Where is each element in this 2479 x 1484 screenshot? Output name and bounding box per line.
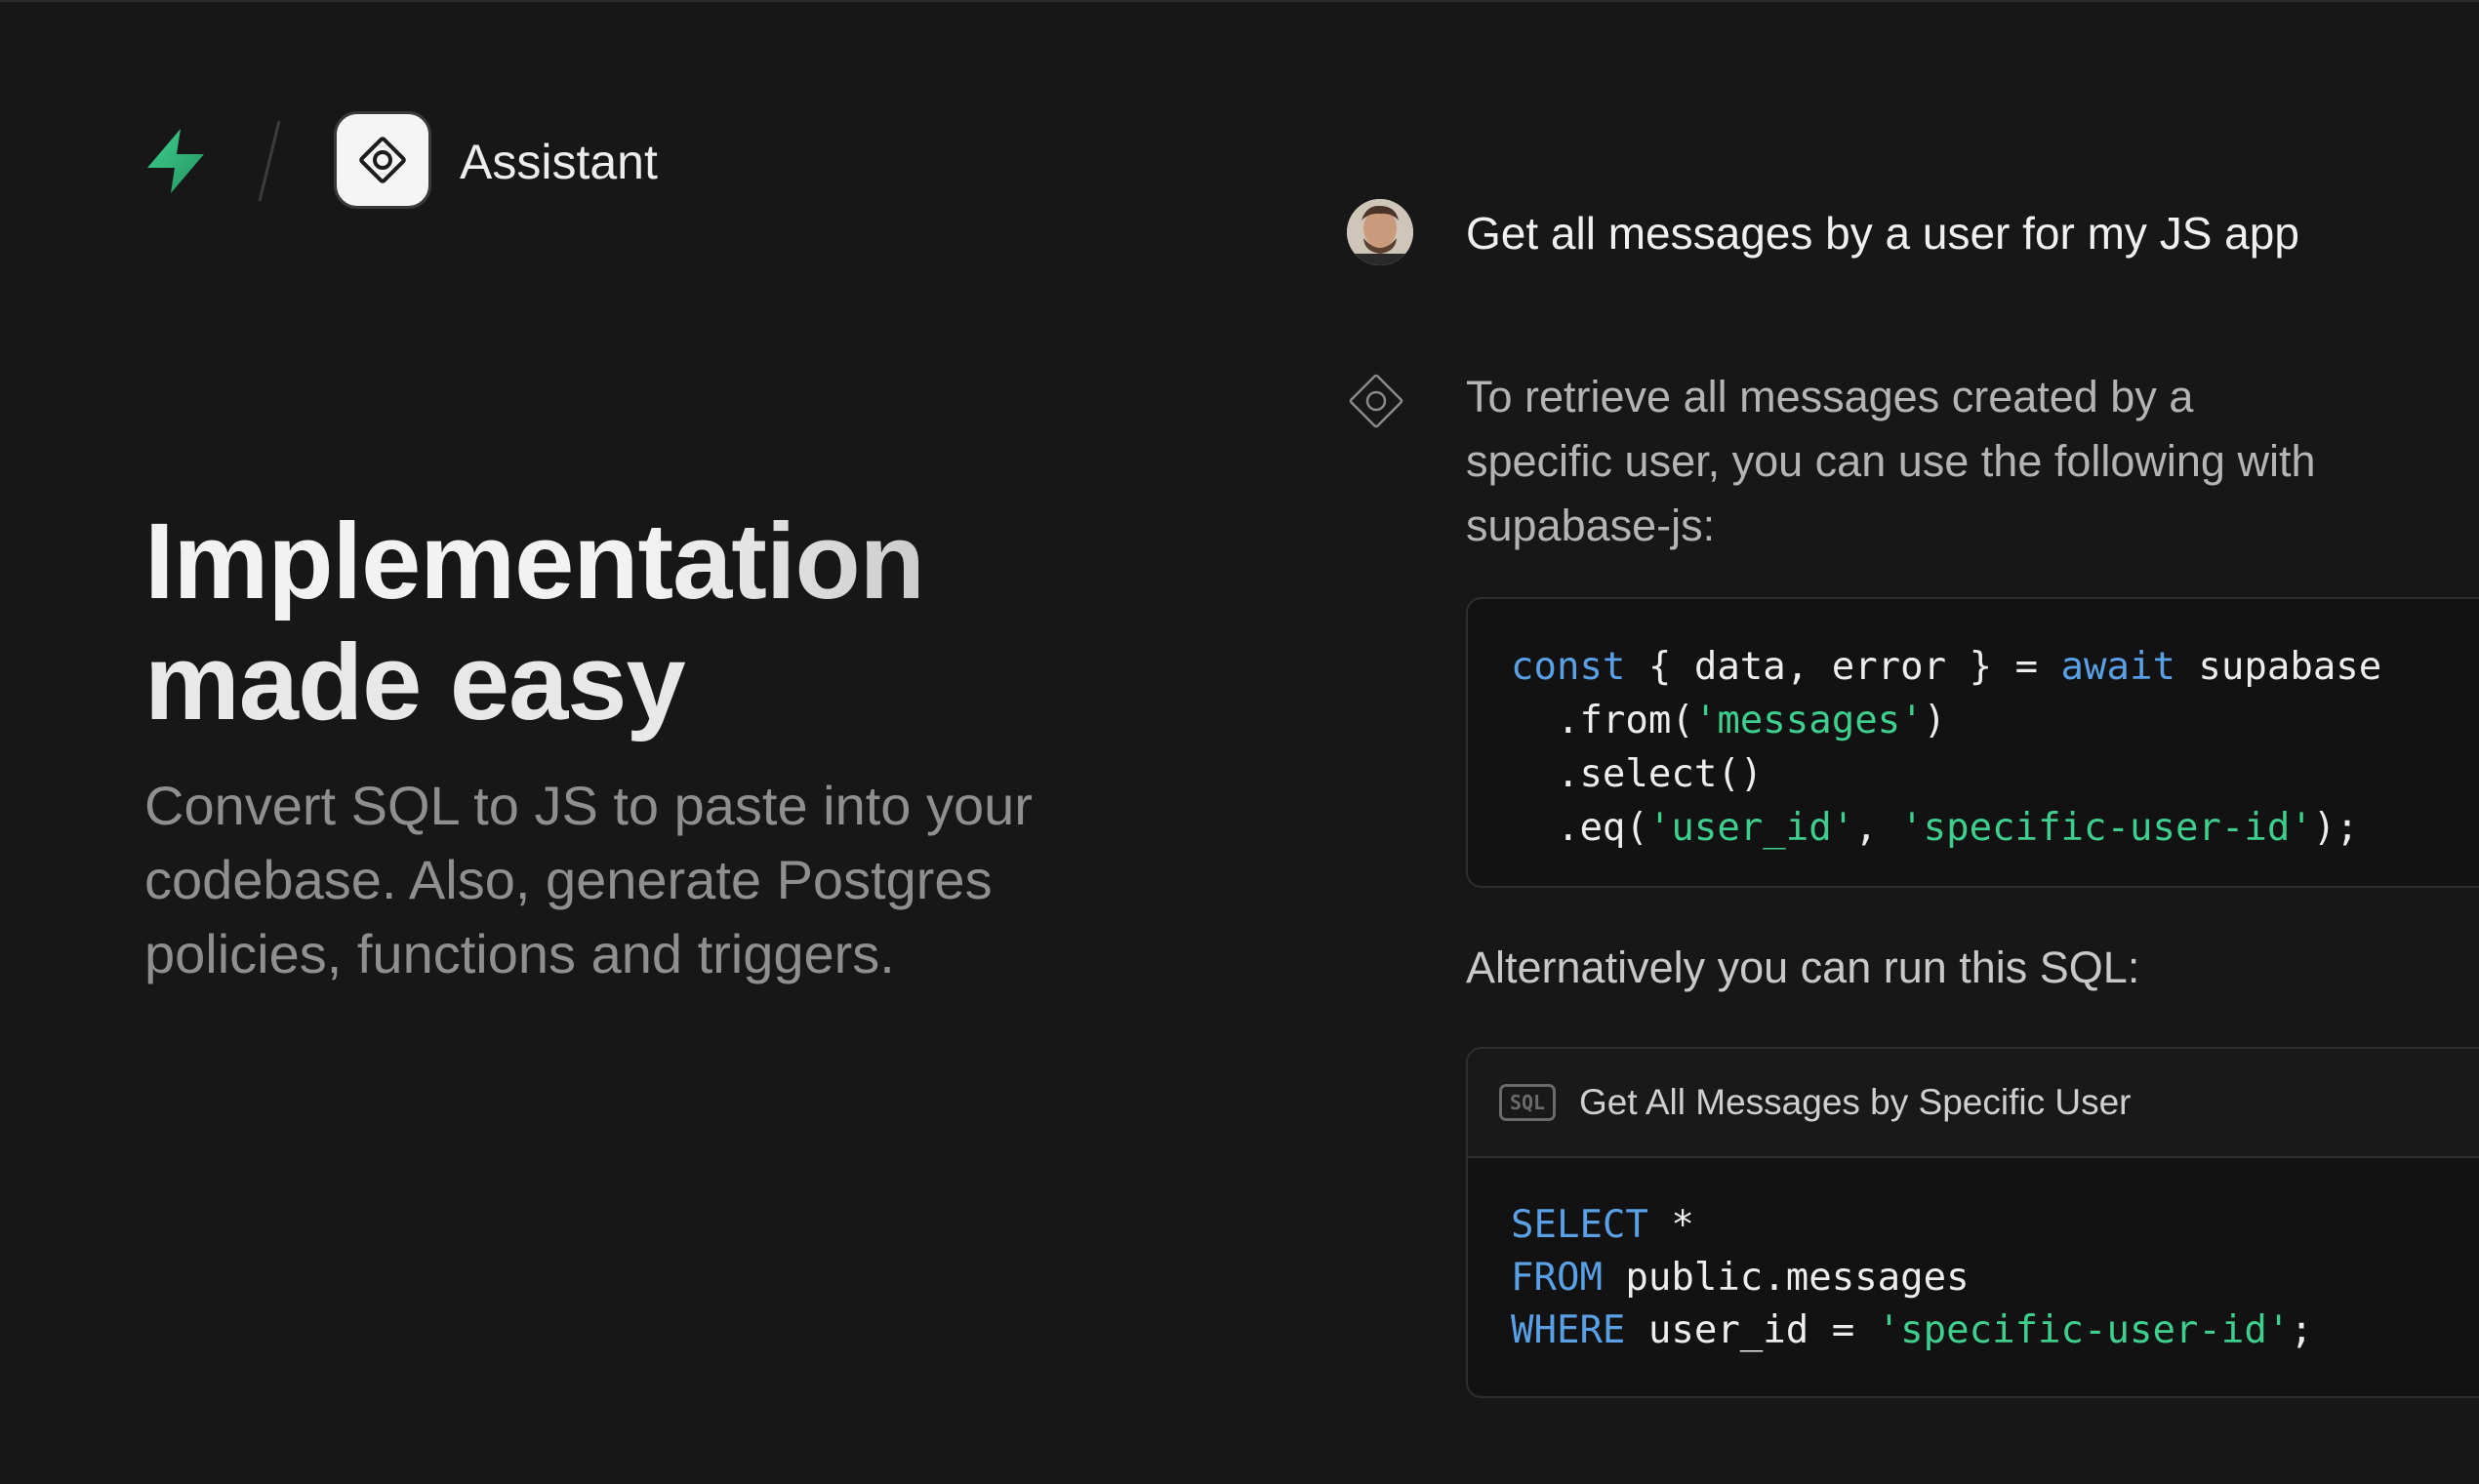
sql-icon: SQL — [1499, 1084, 1556, 1121]
js-code-block[interactable]: const { data, error } = await supabase .… — [1466, 597, 2479, 888]
supabase-bolt-icon[interactable] — [142, 127, 210, 195]
code-text: * — [1647, 1203, 1694, 1247]
hero-title: Implementation made easy — [144, 501, 1267, 743]
code-string: 'messages' — [1693, 699, 1924, 742]
code-text: .from( — [1511, 699, 1694, 742]
code-line: FROM public.messages — [1511, 1252, 2479, 1304]
code-string: 'specific-user-id' — [1900, 806, 2313, 850]
assistant-logo — [334, 111, 431, 209]
code-text: public.messages — [1602, 1256, 1970, 1300]
assistant-diamond-icon — [1349, 374, 1403, 428]
page-frame: Assistant Implementation made easy Conve… — [0, 0, 2479, 1484]
assistant-message: To retrieve all messages created by a sp… — [1466, 372, 2316, 550]
code-keyword: WHERE — [1511, 1308, 1626, 1352]
code-text: supabase — [2174, 645, 2382, 689]
sql-snippet-header[interactable]: SQL Get All Messages by Specific User — [1468, 1049, 2479, 1158]
code-string: 'user_id' — [1647, 806, 1855, 850]
assistant-diamond-icon — [359, 137, 406, 183]
hero-title-line1: Implementation — [144, 501, 1267, 622]
code-text: , — [1854, 806, 1901, 850]
code-text: ); — [2312, 806, 2359, 850]
code-line: .from('messages') — [1511, 694, 2479, 747]
code-text: user_id = — [1625, 1308, 1878, 1352]
code-string: 'specific-user-id' — [1877, 1308, 2291, 1352]
code-line: .select() — [1511, 747, 2479, 801]
code-keyword: FROM — [1511, 1256, 1603, 1300]
code-keyword: const — [1511, 645, 1626, 689]
code-line: SELECT * — [1511, 1199, 2479, 1252]
code-text: .eq( — [1511, 806, 1648, 850]
product-title: Assistant — [460, 135, 658, 189]
code-text: { data, error } = — [1625, 645, 2061, 689]
code-text: ; — [2290, 1308, 2313, 1352]
code-line: .eq('user_id', 'specific-user-id'); — [1511, 801, 2479, 855]
hero-title-line2: made easy — [144, 622, 686, 742]
sql-snippet-card[interactable]: SQL Get All Messages by Specific User SE… — [1466, 1047, 2479, 1398]
code-line: const { data, error } = await supabase — [1511, 640, 2479, 694]
code-line: WHERE user_id = 'specific-user-id'; — [1511, 1304, 2479, 1357]
hero-subtitle: Convert SQL to JS to paste into your cod… — [144, 775, 1033, 984]
alternative-text: Alternatively you can run this SQL: — [1466, 943, 2140, 992]
code-keyword: await — [2060, 645, 2175, 689]
code-text: ) — [1923, 699, 1947, 742]
breadcrumb-separator — [258, 120, 281, 202]
code-keyword: SELECT — [1511, 1203, 1648, 1247]
sql-snippet-title: Get All Messages by Specific User — [1579, 1082, 2132, 1122]
code-text: .select() — [1511, 752, 1764, 796]
sql-code-body: SELECT * FROM public.messages WHERE user_i… — [1468, 1158, 2479, 1357]
user-avatar — [1347, 199, 1413, 265]
user-message: Get all messages by a user for my JS app — [1466, 208, 2299, 259]
